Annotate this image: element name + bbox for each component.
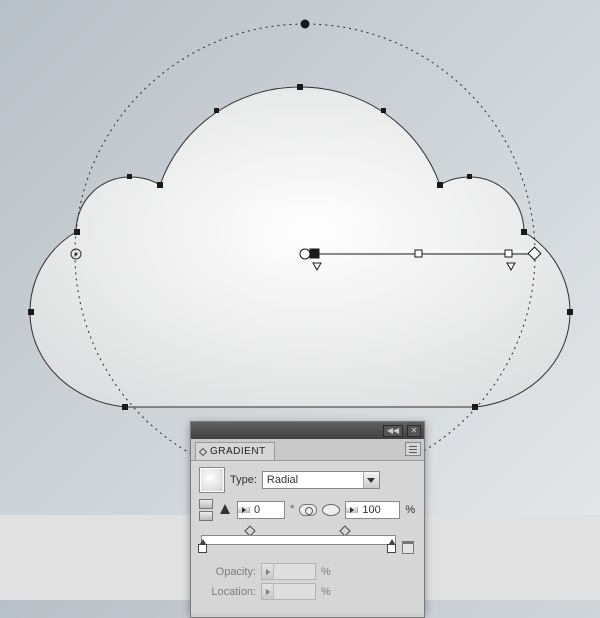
ramp-stop[interactable] — [198, 544, 207, 553]
stepper-icon[interactable] — [238, 507, 250, 513]
gradient-origin-marker[interactable] — [71, 249, 81, 259]
opacity-label: Opacity: — [201, 566, 256, 578]
gradient-midpoint[interactable] — [415, 250, 422, 257]
panel-body: Type: Radial 0 ° 100 % — [191, 461, 424, 613]
opacity-row: Opacity: % — [201, 563, 414, 580]
angle-icon — [218, 504, 232, 516]
opacity-unit: % — [321, 566, 331, 578]
aspect-unit: % — [405, 504, 415, 516]
chevron-down-icon — [363, 472, 379, 488]
angle-value: 0 — [250, 503, 284, 517]
gradient-type-value: Radial — [263, 472, 363, 488]
ramp-track[interactable] — [201, 535, 396, 545]
angle-field[interactable]: 0 — [237, 501, 285, 519]
trash-icon[interactable] — [402, 541, 414, 554]
gradient-stop-start[interactable] — [310, 249, 319, 258]
tab-gradient[interactable]: GRADIENT — [195, 442, 275, 460]
panel-header[interactable]: ◀◀ ✕ — [191, 422, 424, 439]
stop-pointer — [313, 263, 321, 270]
panel-collapse-button[interactable]: ◀◀ — [383, 425, 403, 437]
panel-resize-grip[interactable] — [190, 613, 425, 618]
link-icon[interactable] — [299, 504, 317, 516]
aspect-icon — [322, 504, 340, 516]
panel-tab-bar: GRADIENT — [191, 439, 424, 461]
opacity-field — [261, 563, 316, 580]
location-field — [261, 583, 316, 600]
gradient-stop-end[interactable] — [505, 250, 512, 257]
stroke-position-icons[interactable] — [199, 499, 213, 521]
cloud-shape[interactable] — [30, 87, 570, 407]
gradient-type-select[interactable]: Radial — [262, 471, 380, 489]
anchor-points — [28, 84, 573, 410]
location-label: Location: — [201, 586, 256, 598]
gradient-panel[interactable]: ◀◀ ✕ GRADIENT Type: Radial 0 ° — [190, 421, 425, 614]
tab-indicator-icon — [199, 448, 207, 456]
panel-menu-button[interactable] — [405, 442, 421, 456]
location-row: Location: % — [201, 583, 414, 600]
gradient-annotator[interactable] — [300, 247, 541, 270]
gradient-preview-swatch[interactable] — [199, 467, 225, 493]
gradient-bounds-circle[interactable] — [75, 24, 535, 484]
gradient-ramp[interactable] — [201, 527, 414, 555]
stop-pointer — [507, 263, 515, 270]
aspect-field[interactable]: 100 — [345, 501, 400, 519]
panel-close-button[interactable]: ✕ — [407, 425, 421, 437]
ramp-stop[interactable] — [387, 544, 396, 553]
location-unit: % — [321, 586, 331, 598]
type-label: Type: — [230, 474, 257, 486]
tab-label: GRADIENT — [210, 446, 266, 457]
aspect-value: 100 — [358, 503, 399, 517]
gradient-handle-top[interactable] — [301, 20, 310, 29]
stepper-icon[interactable] — [346, 507, 358, 513]
gradient-end-handle[interactable] — [528, 247, 541, 260]
angle-unit: ° — [290, 504, 294, 516]
